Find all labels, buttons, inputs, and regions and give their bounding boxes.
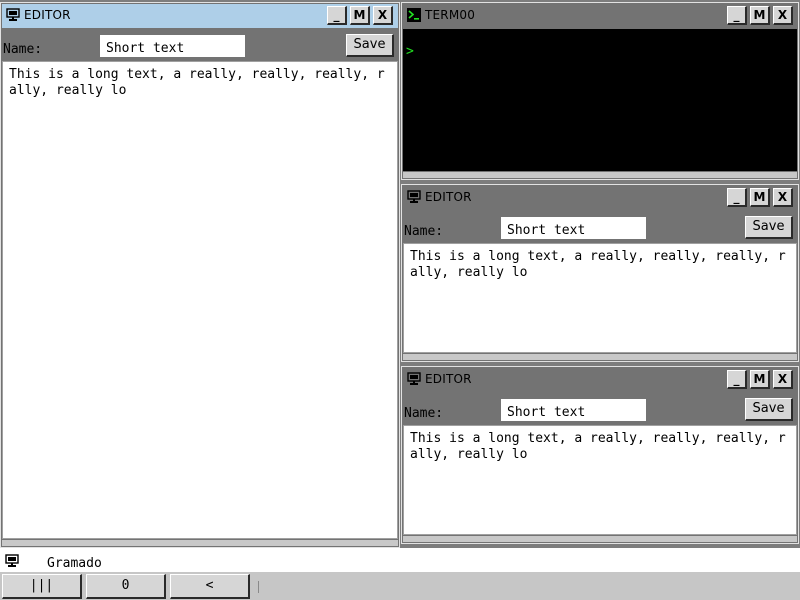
name-input[interactable] [501, 399, 646, 421]
name-input[interactable] [501, 217, 646, 239]
terminal-titlebar[interactable]: TERM00 _ M X [403, 4, 797, 28]
name-label: Name: [3, 42, 43, 57]
maximize-button[interactable]: M [750, 370, 770, 389]
close-button[interactable]: X [773, 188, 793, 207]
window-status-strip [403, 354, 797, 360]
maximize-button[interactable]: M [750, 188, 770, 207]
taskbar-separator [258, 581, 259, 593]
editor-3-titlebar[interactable]: EDITOR _ M X [403, 368, 797, 392]
desktop: EDITOR _ M X Name: Save This is a long t… [0, 0, 800, 548]
minimize-button[interactable]: _ [727, 6, 747, 25]
save-button[interactable]: Save [745, 398, 793, 421]
name-input[interactable] [100, 35, 245, 57]
save-button[interactable]: Save [346, 34, 394, 57]
editor-text-area[interactable]: This is a long text, a really, really, r… [2, 61, 398, 539]
terminal-icon [407, 8, 421, 22]
editor-window-main: EDITOR _ M X Name: Save This is a long t… [0, 2, 400, 548]
close-button[interactable]: X [773, 370, 793, 389]
maximize-button[interactable]: M [750, 6, 770, 25]
minimize-button[interactable]: _ [327, 6, 347, 25]
editor-window-3: EDITOR _ M X Name: Save This is a long t… [401, 366, 799, 544]
active-window-bar: Gramado [0, 548, 800, 572]
window-status-strip [2, 540, 398, 546]
window-status-strip [403, 172, 797, 178]
window-title: EDITOR [24, 8, 71, 22]
terminal-window: TERM00 _ M X > [401, 2, 799, 180]
window-title: TERM00 [425, 8, 476, 22]
taskbar-home-button[interactable]: 0 [86, 574, 166, 599]
terminal-prompt: > [406, 44, 414, 59]
taskbar-back-button[interactable]: < [170, 574, 250, 599]
editor-window-2: EDITOR _ M X Name: Save This is a long t… [401, 184, 799, 362]
name-label: Name: [404, 406, 444, 421]
close-button[interactable]: X [773, 6, 793, 25]
editor-main-titlebar[interactable]: EDITOR _ M X [2, 4, 398, 28]
editor-text-area[interactable]: This is a long text, a really, really, r… [403, 243, 797, 353]
minimize-button[interactable]: _ [727, 188, 747, 207]
name-label: Name: [404, 224, 444, 239]
minimize-button[interactable]: _ [727, 370, 747, 389]
computer-icon [407, 372, 421, 385]
editor-toolbar: Name: Save [403, 211, 797, 243]
computer-icon [5, 554, 19, 567]
taskbar-menu-button[interactable]: ||| [2, 574, 82, 599]
terminal-output[interactable]: > [403, 29, 797, 171]
editor-text-area[interactable]: This is a long text, a really, really, r… [403, 425, 797, 535]
computer-icon [6, 8, 20, 21]
editor-toolbar: Name: Save [403, 393, 797, 425]
computer-icon [407, 190, 421, 203]
maximize-button[interactable]: M [350, 6, 370, 25]
editor-2-titlebar[interactable]: EDITOR _ M X [403, 186, 797, 210]
close-button[interactable]: X [373, 6, 393, 25]
window-status-strip [403, 536, 797, 542]
save-button[interactable]: Save [745, 216, 793, 239]
active-window-title: Gramado [47, 556, 102, 571]
window-title: EDITOR [425, 372, 472, 386]
editor-toolbar: Name: Save [2, 29, 398, 61]
taskbar: ||| 0 < [0, 572, 800, 600]
window-title: EDITOR [425, 190, 472, 204]
